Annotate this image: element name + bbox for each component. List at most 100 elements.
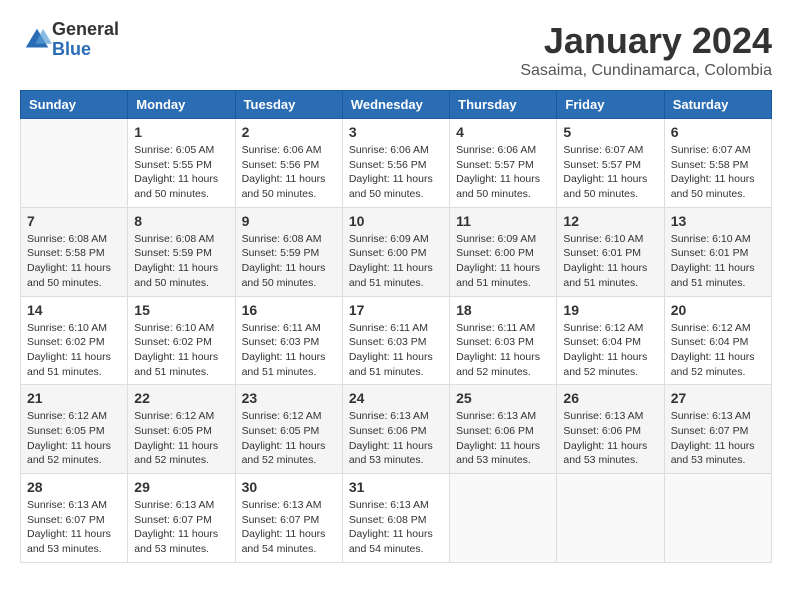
calendar-week-row: 21 Sunrise: 6:12 AMSunset: 6:05 PMDayligh… — [21, 385, 772, 474]
day-info: Sunrise: 6:06 AMSunset: 5:56 PMDaylight:… — [242, 143, 336, 202]
day-number: 29 — [134, 479, 228, 495]
day-info: Sunrise: 6:05 AMSunset: 5:55 PMDaylight:… — [134, 143, 228, 202]
day-number: 20 — [671, 302, 765, 318]
weekday-header: Monday — [128, 91, 235, 119]
calendar-header-row: SundayMondayTuesdayWednesdayThursdayFrid… — [21, 91, 772, 119]
calendar-table: SundayMondayTuesdayWednesdayThursdayFrid… — [20, 90, 772, 563]
calendar-day-cell: 9 Sunrise: 6:08 AMSunset: 5:59 PMDaylight… — [235, 207, 342, 296]
day-number: 19 — [563, 302, 657, 318]
calendar-day-cell: 21 Sunrise: 6:12 AMSunset: 6:05 PMDayligh… — [21, 385, 128, 474]
day-number: 25 — [456, 390, 550, 406]
day-number: 17 — [349, 302, 443, 318]
day-info: Sunrise: 6:13 AMSunset: 6:07 PMDaylight:… — [242, 498, 336, 557]
calendar-day-cell: 11Sunrise: 6:09 AMSunset: 6:00 PMDayligh… — [450, 207, 557, 296]
day-number: 31 — [349, 479, 443, 495]
day-info: Sunrise: 6:10 AMSunset: 6:01 PMDaylight:… — [671, 232, 765, 291]
logo: General Blue — [20, 20, 119, 60]
weekday-header: Wednesday — [342, 91, 449, 119]
day-info: Sunrise: 6:07 AMSunset: 5:58 PMDaylight:… — [671, 143, 765, 202]
calendar-day-cell: 25 Sunrise: 6:13 AMSunset: 6:06 PMDayligh… — [450, 385, 557, 474]
calendar-day-cell: 14 Sunrise: 6:10 AMSunset: 6:02 PMDayligh… — [21, 296, 128, 385]
calendar-week-row: 7 Sunrise: 6:08 AMSunset: 5:58 PMDaylight… — [21, 207, 772, 296]
calendar-day-cell: 19 Sunrise: 6:12 AMSunset: 6:04 PMDayligh… — [557, 296, 664, 385]
day-number: 2 — [242, 124, 336, 140]
calendar-day-cell: 26Sunrise: 6:13 AMSunset: 6:06 PMDayligh… — [557, 385, 664, 474]
day-info: Sunrise: 6:09 AMSunset: 6:00 PMDaylight:… — [349, 232, 443, 291]
location-text: Sasaima, Cundinamarca, Colombia — [520, 62, 772, 80]
day-number: 10 — [349, 213, 443, 229]
calendar-day-cell: 24 Sunrise: 6:13 AMSunset: 6:06 PMDayligh… — [342, 385, 449, 474]
day-info: Sunrise: 6:13 AMSunset: 6:06 PMDaylight:… — [349, 409, 443, 468]
calendar-day-cell: 8Sunrise: 6:08 AMSunset: 5:59 PMDaylight… — [128, 207, 235, 296]
logo-general-text: General — [52, 19, 119, 39]
calendar-day-cell — [664, 474, 771, 563]
day-number: 27 — [671, 390, 765, 406]
day-info: Sunrise: 6:12 AMSunset: 6:05 PMDaylight:… — [27, 409, 121, 468]
logo-text: General Blue — [52, 20, 119, 60]
calendar-week-row: 1 Sunrise: 6:05 AMSunset: 5:55 PMDaylight… — [21, 119, 772, 208]
day-number: 1 — [134, 124, 228, 140]
title-section: January 2024 Sasaima, Cundinamarca, Colo… — [520, 20, 772, 80]
day-info: Sunrise: 6:12 AMSunset: 6:05 PMDaylight:… — [134, 409, 228, 468]
calendar-day-cell: 1 Sunrise: 6:05 AMSunset: 5:55 PMDaylight… — [128, 119, 235, 208]
calendar-day-cell — [557, 474, 664, 563]
day-number: 11 — [456, 213, 550, 229]
page-header: General Blue January 2024 Sasaima, Cundi… — [20, 20, 772, 80]
calendar-day-cell: 7 Sunrise: 6:08 AMSunset: 5:58 PMDaylight… — [21, 207, 128, 296]
calendar-week-row: 14 Sunrise: 6:10 AMSunset: 6:02 PMDayligh… — [21, 296, 772, 385]
logo-blue-text: Blue — [52, 39, 91, 59]
day-info: Sunrise: 6:06 AMSunset: 5:57 PMDaylight:… — [456, 143, 550, 202]
logo-icon — [22, 25, 52, 55]
day-info: Sunrise: 6:08 AMSunset: 5:59 PMDaylight:… — [242, 232, 336, 291]
day-number: 7 — [27, 213, 121, 229]
day-number: 18 — [456, 302, 550, 318]
day-info: Sunrise: 6:13 AMSunset: 6:07 PMDaylight:… — [27, 498, 121, 557]
day-info: Sunrise: 6:13 AMSunset: 6:06 PMDaylight:… — [456, 409, 550, 468]
day-info: Sunrise: 6:08 AMSunset: 5:58 PMDaylight:… — [27, 232, 121, 291]
weekday-header: Thursday — [450, 91, 557, 119]
calendar-day-cell: 28Sunrise: 6:13 AMSunset: 6:07 PMDayligh… — [21, 474, 128, 563]
day-info: Sunrise: 6:07 AMSunset: 5:57 PMDaylight:… — [563, 143, 657, 202]
calendar-day-cell: 17Sunrise: 6:11 AMSunset: 6:03 PMDayligh… — [342, 296, 449, 385]
calendar-day-cell: 31 Sunrise: 6:13 AMSunset: 6:08 PMDayligh… — [342, 474, 449, 563]
day-number: 5 — [563, 124, 657, 140]
day-number: 3 — [349, 124, 443, 140]
day-info: Sunrise: 6:10 AMSunset: 6:01 PMDaylight:… — [563, 232, 657, 291]
day-number: 15 — [134, 302, 228, 318]
calendar-day-cell — [21, 119, 128, 208]
day-info: Sunrise: 6:13 AMSunset: 6:07 PMDaylight:… — [671, 409, 765, 468]
day-number: 9 — [242, 213, 336, 229]
calendar-day-cell: 30 Sunrise: 6:13 AMSunset: 6:07 PMDayligh… — [235, 474, 342, 563]
day-number: 12 — [563, 213, 657, 229]
calendar-day-cell: 2 Sunrise: 6:06 AMSunset: 5:56 PMDaylight… — [235, 119, 342, 208]
calendar-day-cell: 3Sunrise: 6:06 AMSunset: 5:56 PMDaylight… — [342, 119, 449, 208]
weekday-header: Saturday — [664, 91, 771, 119]
weekday-header: Friday — [557, 91, 664, 119]
calendar-day-cell: 20 Sunrise: 6:12 AMSunset: 6:04 PMDayligh… — [664, 296, 771, 385]
day-number: 21 — [27, 390, 121, 406]
weekday-header: Sunday — [21, 91, 128, 119]
calendar-day-cell: 18Sunrise: 6:11 AMSunset: 6:03 PMDayligh… — [450, 296, 557, 385]
day-info: Sunrise: 6:13 AMSunset: 6:07 PMDaylight:… — [134, 498, 228, 557]
calendar-day-cell: 6Sunrise: 6:07 AMSunset: 5:58 PMDaylight… — [664, 119, 771, 208]
weekday-header: Tuesday — [235, 91, 342, 119]
day-info: Sunrise: 6:13 AMSunset: 6:08 PMDaylight:… — [349, 498, 443, 557]
day-number: 26 — [563, 390, 657, 406]
day-info: Sunrise: 6:12 AMSunset: 6:04 PMDaylight:… — [671, 321, 765, 380]
day-number: 24 — [349, 390, 443, 406]
day-info: Sunrise: 6:11 AMSunset: 6:03 PMDaylight:… — [242, 321, 336, 380]
day-number: 23 — [242, 390, 336, 406]
day-number: 13 — [671, 213, 765, 229]
calendar-day-cell: 16 Sunrise: 6:11 AMSunset: 6:03 PMDayligh… — [235, 296, 342, 385]
calendar-day-cell: 22Sunrise: 6:12 AMSunset: 6:05 PMDayligh… — [128, 385, 235, 474]
day-number: 30 — [242, 479, 336, 495]
calendar-day-cell: 15 Sunrise: 6:10 AMSunset: 6:02 PMDayligh… — [128, 296, 235, 385]
day-number: 4 — [456, 124, 550, 140]
calendar-day-cell: 4 Sunrise: 6:06 AMSunset: 5:57 PMDaylight… — [450, 119, 557, 208]
day-number: 16 — [242, 302, 336, 318]
day-info: Sunrise: 6:10 AMSunset: 6:02 PMDaylight:… — [27, 321, 121, 380]
day-info: Sunrise: 6:10 AMSunset: 6:02 PMDaylight:… — [134, 321, 228, 380]
day-number: 14 — [27, 302, 121, 318]
calendar-day-cell: 13 Sunrise: 6:10 AMSunset: 6:01 PMDayligh… — [664, 207, 771, 296]
day-info: Sunrise: 6:12 AMSunset: 6:04 PMDaylight:… — [563, 321, 657, 380]
